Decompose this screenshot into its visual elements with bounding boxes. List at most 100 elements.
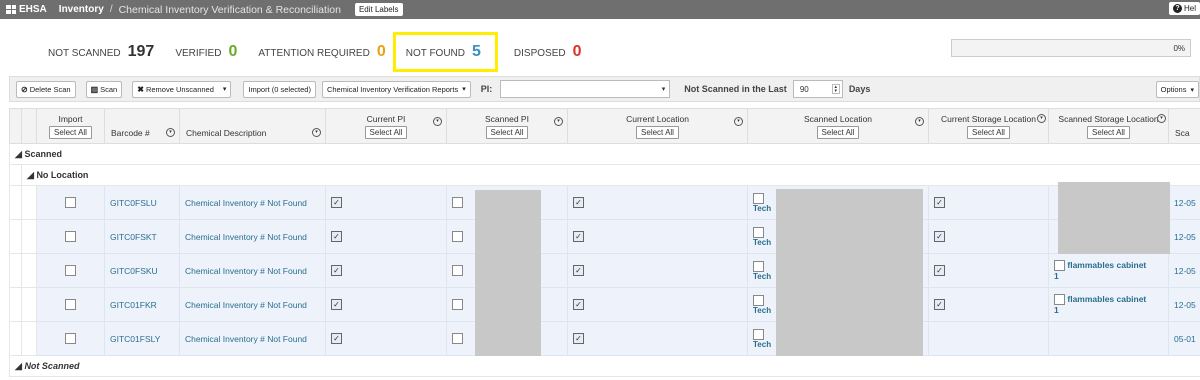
scanned-pi-checkbox[interactable]: [452, 299, 463, 311]
current-pi-checkbox[interactable]: ✓: [331, 265, 342, 277]
current-storage-checkbox[interactable]: ✓: [934, 265, 945, 277]
edit-labels-button[interactable]: Edit Labels: [354, 3, 403, 16]
table-row[interactable]: GITC0FSLU Chemical Inventory # Not Found…: [9, 185, 1200, 220]
current-location-checkbox[interactable]: ✓: [573, 197, 584, 209]
stat-disposed[interactable]: DISPOSED 0: [514, 43, 582, 61]
filter-icon[interactable]: ▾: [1157, 114, 1166, 123]
chevron-down-icon[interactable]: ▾: [223, 85, 227, 93]
scanned-pi-checkbox[interactable]: [452, 197, 463, 209]
scanned-location-checkbox[interactable]: [753, 294, 764, 306]
barcode-cell[interactable]: GITC0FSKT: [104, 219, 180, 254]
col-scanned-pi: Scanned PI Select All ▾: [446, 108, 568, 144]
current-location-checkbox[interactable]: ✓: [573, 231, 584, 243]
group-scanned[interactable]: ◢ Scanned: [9, 143, 1200, 165]
stat-verified[interactable]: VERIFIED 0: [175, 43, 237, 61]
filter-icon[interactable]: ▾: [554, 117, 563, 126]
current-storage-checkbox[interactable]: ✓: [934, 231, 945, 243]
barcode-cell[interactable]: GITC0FSKU: [104, 253, 180, 288]
scanned-pi-checkbox[interactable]: [452, 333, 463, 345]
filter-icon[interactable]: ▾: [915, 117, 924, 126]
group-scanned-cell[interactable]: ◢ Scanned: [9, 143, 1200, 165]
help-button[interactable]: ? Hel: [1168, 2, 1200, 15]
import-checkbox[interactable]: [65, 333, 76, 345]
stat-attention-required[interactable]: ATTENTION REQUIRED 0: [258, 43, 385, 61]
disposed-count: 0: [572, 43, 582, 60]
scanned-location-checkbox[interactable]: [753, 226, 764, 238]
attention-required-count: 0: [376, 43, 386, 60]
import-checkbox[interactable]: [65, 265, 76, 277]
scanned-date-cell: 12-05: [1168, 185, 1200, 220]
delete-scan-button[interactable]: ⊘ Delete Scan: [16, 80, 76, 98]
current-pi-checkbox[interactable]: ✓: [331, 333, 342, 345]
import-checkbox[interactable]: [65, 231, 76, 243]
group-scanned-label: Scanned: [24, 148, 62, 159]
days-input[interactable]: 90 ▴ ▾: [792, 80, 843, 98]
table-row[interactable]: GITC0FSKT Chemical Inventory # Not Found…: [9, 219, 1200, 254]
import-checkbox[interactable]: [65, 299, 76, 311]
current-storage-checkbox[interactable]: ✓: [934, 197, 945, 209]
col-description[interactable]: Chemical Description ▾: [179, 108, 326, 144]
barcode-cell[interactable]: GITC0FSLU: [104, 185, 180, 220]
reports-dropdown-button[interactable]: Chemical Inventory Verification Reports …: [321, 80, 471, 98]
import-checkbox[interactable]: [65, 197, 76, 209]
col-import: Import Select All: [36, 108, 105, 144]
stat-not-scanned[interactable]: NOT SCANNED 197: [48, 43, 154, 61]
scanned-location-checkbox[interactable]: [753, 260, 764, 272]
current-storage-checkbox[interactable]: ✓: [934, 299, 945, 311]
filter-icon[interactable]: ▾: [734, 117, 743, 126]
collapse-triangle-icon[interactable]: ◢: [15, 149, 22, 159]
import-cell: [36, 185, 105, 220]
header-spacer: [21, 108, 37, 144]
current-storage-select-all-button[interactable]: Select All: [967, 125, 1010, 139]
scan-button[interactable]: ▥ Scan: [85, 80, 123, 98]
import-selected-button[interactable]: Import (0 selected): [243, 80, 316, 98]
col-scanned-storage-label: Scanned Storage Location: [1058, 113, 1159, 124]
scanned-location-checkbox[interactable]: [753, 328, 764, 340]
table-row[interactable]: GITC0FSKU Chemical Inventory # Not Found…: [9, 253, 1200, 288]
filter-icon[interactable]: ▾: [433, 117, 442, 126]
barcode-cell[interactable]: GITC01FKR: [104, 287, 180, 322]
scanned-pi-checkbox[interactable]: [452, 231, 463, 243]
current-location-checkbox[interactable]: ✓: [573, 299, 584, 311]
scanned-pi-checkbox[interactable]: [452, 265, 463, 277]
current-pi-checkbox[interactable]: ✓: [331, 231, 342, 243]
current-pi-checkbox[interactable]: ✓: [331, 299, 342, 311]
import-select-all-button[interactable]: Select All: [49, 125, 92, 139]
group-indent: [9, 164, 22, 186]
group-no-location[interactable]: ◢ No Location: [9, 164, 1200, 186]
scanned-location-checkbox[interactable]: [753, 192, 764, 204]
pi-select[interactable]: ▾: [500, 80, 671, 98]
brand-label[interactable]: EHSA: [19, 4, 47, 15]
current-location-select-all-button[interactable]: Select All: [636, 125, 679, 139]
scanned-location-select-all-button[interactable]: Select All: [816, 125, 860, 139]
remove-unscanned-button[interactable]: ✖ Remove Unscanned ▾: [132, 80, 232, 98]
app-grid-icon[interactable]: [6, 5, 16, 14]
scanned-pi-select-all-button[interactable]: Select All: [485, 125, 529, 139]
scanned-storage-cell: [1048, 321, 1169, 356]
current-location-checkbox[interactable]: ✓: [573, 333, 584, 345]
group-not-scanned-label: Not Scanned: [24, 360, 80, 371]
table-row[interactable]: GITC01FSLY Chemical Inventory # Not Foun…: [9, 321, 1200, 356]
collapse-triangle-icon[interactable]: ◢: [27, 170, 34, 180]
group-not-scanned-cell[interactable]: ◢ Not Scanned: [9, 355, 1200, 377]
scanned-storage-select-all-button[interactable]: Select All: [1087, 125, 1130, 139]
col-barcode[interactable]: Barcode # ▾: [104, 108, 180, 144]
collapse-triangle-icon[interactable]: ◢: [15, 361, 22, 371]
table-row[interactable]: GITC01FKR Chemical Inventory # Not Found…: [9, 287, 1200, 322]
filter-icon[interactable]: ▾: [1037, 114, 1046, 123]
breadcrumb-inventory[interactable]: Inventory: [59, 4, 104, 15]
barcode-cell[interactable]: GITC01FSLY: [104, 321, 180, 356]
stat-not-found[interactable]: NOT FOUND 5: [392, 32, 498, 72]
current-location-checkbox[interactable]: ✓: [573, 265, 584, 277]
scanned-storage-checkbox[interactable]: [1054, 294, 1065, 306]
current-pi-checkbox[interactable]: ✓: [331, 197, 342, 209]
options-button[interactable]: Options ▾: [1155, 81, 1199, 98]
filter-icon[interactable]: ▾: [166, 128, 175, 137]
group-not-scanned[interactable]: ◢ Not Scanned: [9, 355, 1200, 377]
scanned-storage-checkbox[interactable]: [1054, 260, 1065, 272]
filter-icon[interactable]: ▾: [312, 128, 321, 137]
group-no-location-cell[interactable]: ◢ No Location: [21, 164, 1200, 186]
pi-label: PI:: [480, 84, 493, 94]
current-pi-select-all-button[interactable]: Select All: [364, 125, 408, 139]
spinner-icon[interactable]: ▴ ▾: [831, 84, 840, 94]
